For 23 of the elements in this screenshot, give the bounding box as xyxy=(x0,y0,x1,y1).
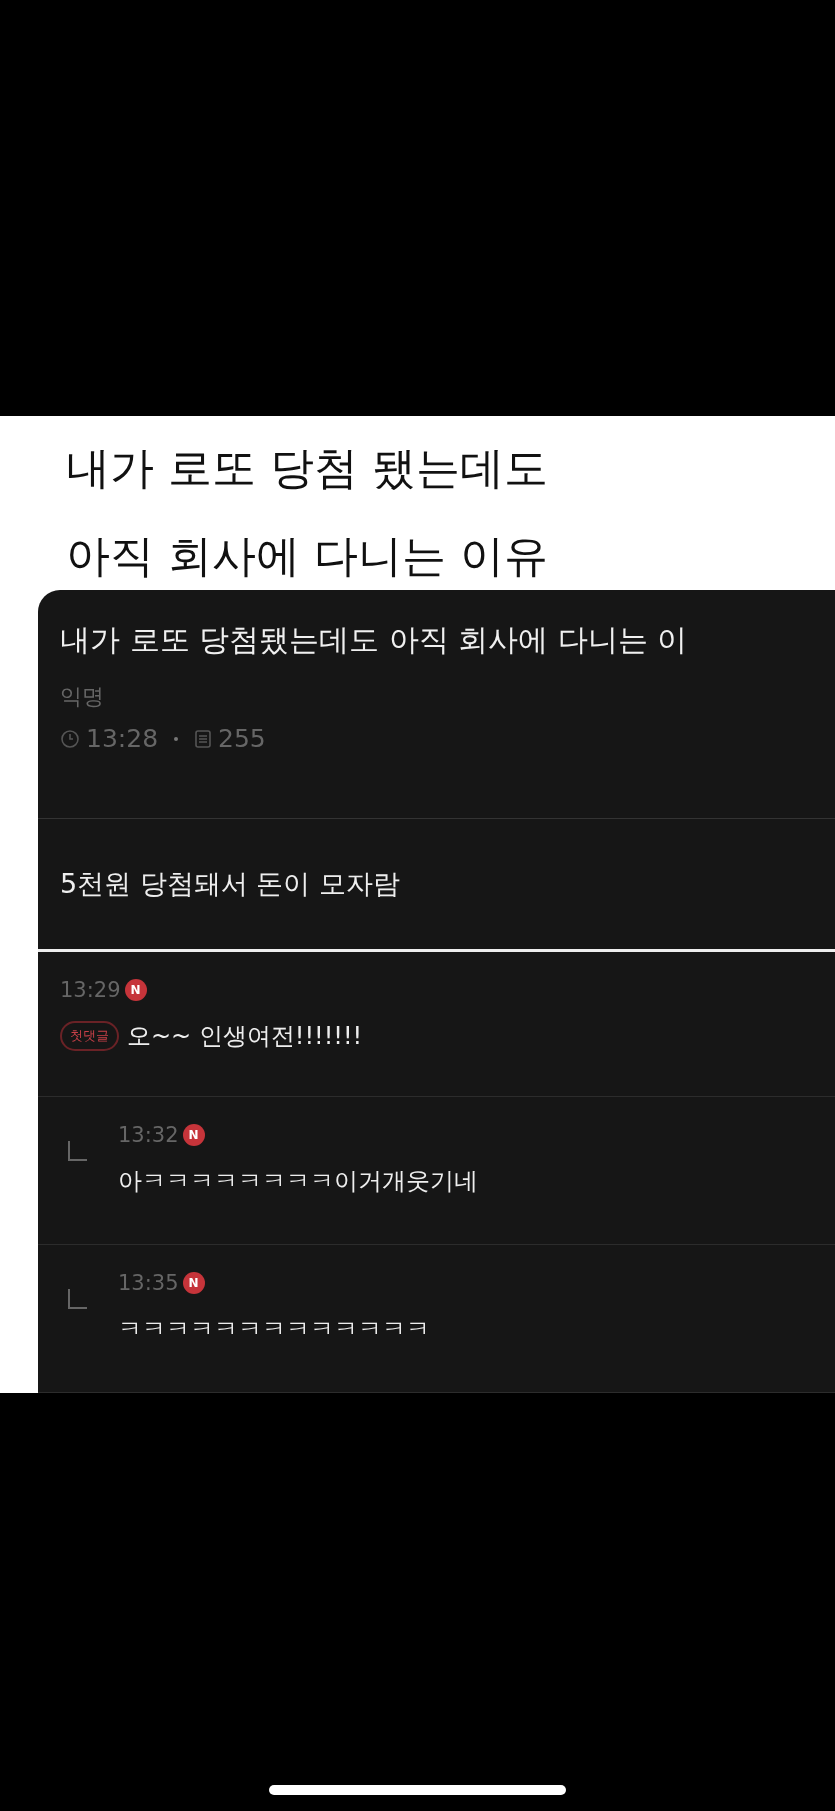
comment-time: 13:32 xyxy=(118,1123,179,1147)
post-body: 5천원 당첨돼서 돈이 모자람 xyxy=(38,818,835,952)
first-comment-badge: 첫댓글 xyxy=(60,1021,119,1051)
new-badge: N xyxy=(182,1272,205,1294)
new-badge: N xyxy=(182,1124,205,1146)
document-icon xyxy=(194,728,213,749)
comment-text: 오~~ 인생여전!!!!!!! xyxy=(127,1021,363,1052)
separator-dot xyxy=(174,736,179,741)
new-badge: N xyxy=(124,979,147,1001)
comment-time: 13:29 xyxy=(60,978,121,1002)
comment-time: 13:35 xyxy=(118,1271,179,1295)
headline-text: 내가 로또 당첨 됐는데도 xyxy=(66,441,549,495)
headline-text: 아직 회사에 다니는 이유 xyxy=(66,529,549,583)
home-indicator[interactable] xyxy=(269,1785,566,1795)
view-count: 255 xyxy=(218,724,266,753)
post-time: 13:28 xyxy=(86,724,159,753)
post-title: 내가 로또 당첨됐는데도 아직 회사에 다니는 이 xyxy=(60,621,689,659)
author-name: 익명 xyxy=(60,683,105,711)
clock-icon xyxy=(60,728,80,749)
comment-text: 아ㅋㅋㅋㅋㅋㅋㅋㅋ이거개웃기네 xyxy=(118,1166,478,1197)
reply-icon xyxy=(66,1287,88,1311)
reply-icon xyxy=(66,1139,88,1163)
comment-text: ㅋㅋㅋㅋㅋㅋㅋㅋㅋㅋㅋㅋㅋ xyxy=(118,1314,430,1345)
